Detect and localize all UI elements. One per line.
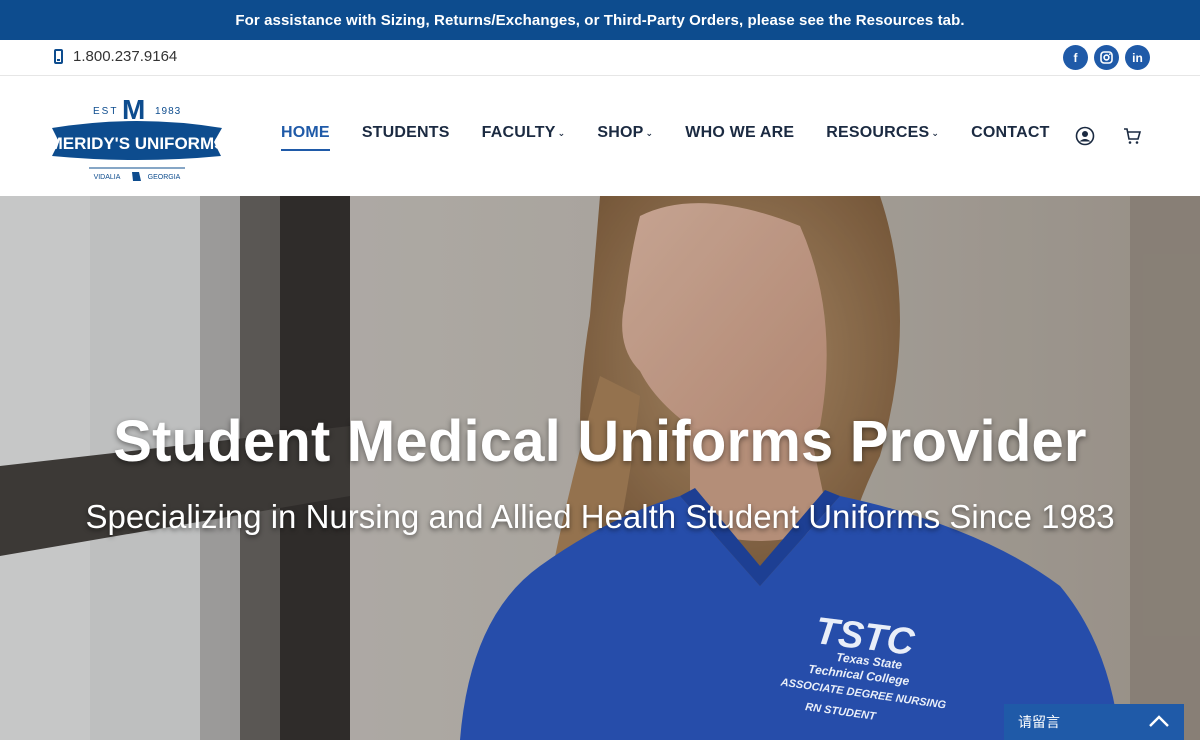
nav-resources[interactable]: RESOURCES ⌄ (826, 124, 939, 142)
chat-label: 请留言 (1018, 714, 1060, 730)
chevron-down-icon: ⌄ (645, 128, 654, 138)
facebook-icon[interactable]: f (1063, 45, 1088, 70)
phone-link[interactable]: 1.800.237.9164 (54, 48, 177, 65)
nav-who-we-are[interactable]: WHO WE ARE (685, 124, 794, 142)
svg-text:M: M (122, 94, 145, 125)
mobile-phone-icon (54, 49, 63, 64)
svg-text:1983: 1983 (155, 106, 181, 117)
main-nav: HOME STUDENTS FACULTY ⌄ SHOP ⌄ WHO WE ARE … (281, 124, 1082, 151)
svg-text:VIDALIA: VIDALIA (94, 174, 121, 181)
site-header: EST 1983 M MERIDY'S UNIFORMS VIDALIA GEO… (0, 76, 1200, 196)
announcement-bar: For assistance with Sizing, Returns/Exch… (0, 0, 1200, 40)
announcement-text: For assistance with Sizing, Returns/Exch… (235, 11, 965, 29)
hero-title: Student Medical Uniforms Provider (113, 409, 1087, 474)
nav-students[interactable]: STUDENTS (362, 124, 450, 142)
phone-number: 1.800.237.9164 (73, 48, 178, 65)
chevron-down-icon: ⌄ (931, 128, 940, 138)
svg-text:GEORGIA: GEORGIA (148, 174, 181, 181)
nav-faculty[interactable]: FACULTY ⌄ (482, 124, 566, 142)
header-icons (1075, 126, 1142, 151)
hero-banner: TSTC Texas State Technical College ASSOC… (0, 196, 1200, 740)
linkedin-icon[interactable]: in (1125, 45, 1150, 70)
chevron-down-icon: ⌄ (557, 128, 566, 138)
nav-home[interactable]: HOME (281, 124, 330, 151)
chat-widget[interactable]: 请留言 (1004, 704, 1184, 740)
meridys-uniforms-logo[interactable]: EST 1983 M MERIDY'S UNIFORMS VIDALIA GEO… (49, 86, 225, 186)
contact-bar: 1.800.237.9164 f in (0, 40, 1200, 76)
nav-contact[interactable]: CONTACT (971, 124, 1049, 142)
social-links: f in (1063, 45, 1150, 70)
instagram-icon[interactable] (1094, 45, 1119, 70)
svg-text:EST: EST (93, 106, 118, 117)
svg-text:MERIDY'S UNIFORMS: MERIDY'S UNIFORMS (49, 134, 225, 153)
nav-shop[interactable]: SHOP ⌄ (597, 124, 653, 142)
hero-subtitle: Specializing in Nursing and Allied Healt… (85, 498, 1115, 535)
user-circle-icon[interactable] (1075, 126, 1095, 151)
shopping-cart-icon[interactable] (1123, 127, 1142, 150)
chevron-up-icon (1148, 714, 1170, 731)
